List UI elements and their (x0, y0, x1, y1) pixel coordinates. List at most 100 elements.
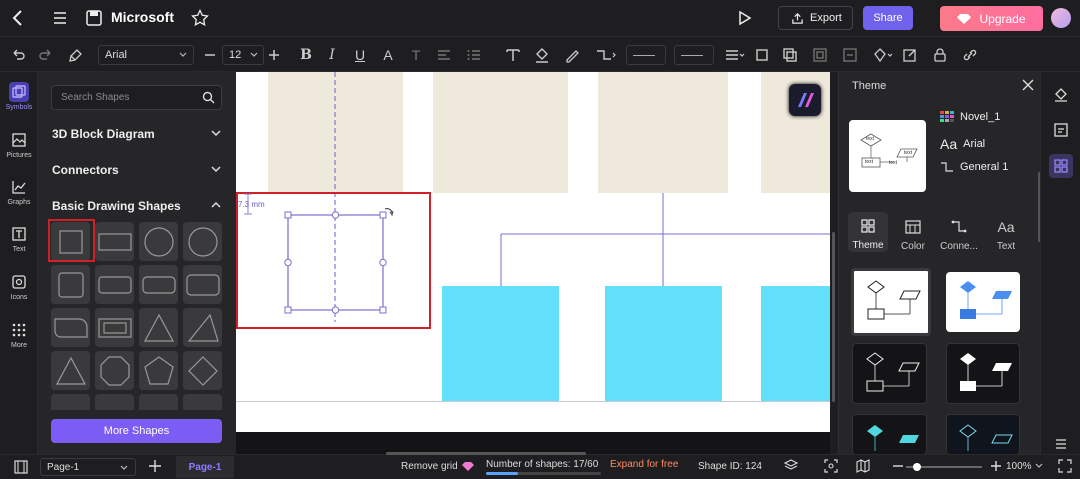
tab-connector[interactable]: Conne... (939, 217, 979, 252)
document-title[interactable]: Microsoft (111, 9, 174, 25)
page-select[interactable]: Page-1 (40, 458, 136, 476)
document-save-icon[interactable] (84, 8, 104, 28)
upgrade-button[interactable]: Upgrade (940, 6, 1043, 31)
hamburger-menu-icon[interactable] (50, 8, 70, 28)
close-icon[interactable] (1021, 78, 1035, 92)
bring-front-icon[interactable] (752, 45, 772, 65)
shape-rectangle[interactable] (95, 222, 134, 261)
align-icon[interactable] (840, 45, 860, 65)
bold-icon[interactable]: B (296, 45, 316, 65)
fill-bucket-icon[interactable] (532, 45, 552, 65)
rail-item-more[interactable]: More (0, 320, 38, 349)
theme-grid-icon[interactable] (1049, 154, 1073, 178)
more-shapes-button[interactable]: More Shapes (51, 419, 222, 443)
shape-partial[interactable] (183, 394, 222, 410)
drawing-canvas[interactable]: 7.3 mm (236, 72, 830, 454)
rail-item-pictures[interactable]: Pictures (0, 130, 38, 159)
shape-rounded-rectangle[interactable] (95, 265, 134, 304)
theme-name-row[interactable]: Novel_1 (940, 111, 1000, 123)
line-color-icon[interactable] (562, 45, 582, 65)
theme-style-card[interactable] (946, 272, 1020, 332)
group-icon[interactable] (810, 45, 830, 65)
horizontal-scrollbar[interactable] (386, 452, 586, 455)
shape-partial[interactable] (51, 394, 90, 410)
theme-font-row[interactable]: Aa Arial (940, 136, 985, 152)
theme-style-card[interactable] (852, 343, 927, 404)
theme-style-card[interactable] (946, 343, 1020, 404)
format-painter-icon[interactable] (66, 45, 86, 65)
cyan-block[interactable] (605, 286, 722, 402)
canvas-vertical-scrollbar[interactable] (830, 72, 838, 454)
page-setup-icon[interactable] (1051, 120, 1071, 140)
shape-round-corner-rectangle[interactable] (183, 265, 222, 304)
tab-color[interactable]: Color (893, 217, 933, 252)
rail-item-text[interactable]: Text (0, 224, 38, 253)
bullets-icon[interactable] (464, 45, 484, 65)
shape-rounded-square[interactable] (51, 265, 90, 304)
category-basic-drawing-shapes[interactable]: Basic Drawing Shapes (52, 199, 222, 213)
font-color-icon[interactable]: A (378, 45, 398, 65)
shape-snip-rectangle[interactable] (51, 308, 90, 347)
search-shapes-input[interactable]: Search Shapes (51, 85, 222, 110)
cyan-block[interactable] (442, 286, 559, 402)
search-icon[interactable] (202, 91, 215, 107)
shape-right-triangle[interactable] (183, 308, 222, 347)
ai-assistant-button[interactable] (789, 84, 821, 116)
italic-icon[interactable]: I (322, 45, 342, 65)
shape-wide-rounded-rectangle[interactable] (139, 265, 178, 304)
expand-for-free-link[interactable]: Expand for free (610, 459, 678, 470)
line-width-select[interactable] (626, 45, 666, 65)
lock-icon[interactable] (930, 45, 950, 65)
category-connectors[interactable]: Connectors (52, 163, 222, 177)
shape-ellipse[interactable] (183, 222, 222, 261)
rail-item-symbols[interactable]: Symbols (0, 82, 38, 111)
shape-style-icon[interactable] (870, 45, 896, 65)
page-tab[interactable]: Page-1 (176, 456, 234, 478)
shape-partial[interactable] (139, 394, 178, 410)
shape-octagon[interactable] (95, 351, 134, 390)
settings-list-icon[interactable] (1051, 434, 1071, 454)
fit-page-icon[interactable] (824, 459, 838, 476)
tab-text[interactable]: Aa Text (986, 217, 1026, 252)
page-panel-icon[interactable] (14, 460, 28, 477)
zoom-out-icon[interactable] (892, 459, 904, 476)
category-3d-block-diagram[interactable]: 3D Block Diagram (52, 127, 222, 141)
zoom-slider[interactable] (906, 463, 982, 471)
line-arrows-icon[interactable] (722, 45, 748, 65)
tab-theme[interactable]: Theme (848, 212, 888, 252)
shape-circle[interactable] (139, 222, 178, 261)
link-icon[interactable] (960, 45, 980, 65)
shape-triangle[interactable] (139, 308, 178, 347)
text-align-icon[interactable] (434, 45, 454, 65)
user-avatar[interactable] (1051, 8, 1071, 28)
add-page-icon[interactable] (148, 459, 162, 476)
theme-style-card[interactable] (852, 414, 927, 454)
shape-pentagon[interactable] (139, 351, 178, 390)
fill-style-icon[interactable] (1051, 84, 1071, 104)
layers-icon[interactable] (783, 459, 799, 476)
text-tool-icon[interactable] (503, 45, 523, 65)
map-view-icon[interactable] (856, 459, 870, 476)
zoom-in-icon[interactable] (990, 459, 1002, 476)
rail-item-icons[interactable]: Icons (0, 272, 38, 301)
decrease-font-icon[interactable] (200, 45, 220, 65)
chevron-down-icon[interactable] (1034, 460, 1044, 473)
play-presentation-icon[interactable] (734, 8, 754, 28)
theme-style-card[interactable] (946, 414, 1020, 454)
undo-icon[interactable] (8, 45, 28, 65)
font-size-select[interactable]: 12 (222, 45, 264, 65)
export-button[interactable]: Export (778, 6, 853, 30)
connector-style-icon[interactable] (594, 45, 620, 65)
edit-icon[interactable] (900, 45, 920, 65)
shape-isosceles-triangle[interactable] (51, 351, 90, 390)
font-family-select[interactable]: Arial (98, 45, 194, 65)
shape-partial[interactable] (95, 394, 134, 410)
share-button[interactable]: Share (863, 6, 913, 30)
shape-diamond[interactable] (183, 351, 222, 390)
underline-icon[interactable]: U (350, 45, 370, 65)
zoom-slider-thumb[interactable] (913, 463, 921, 471)
theme-style-card[interactable] (851, 268, 931, 336)
remove-grid-label[interactable]: Remove grid (401, 461, 458, 472)
increase-font-icon[interactable] (264, 45, 284, 65)
shape-frame[interactable] (95, 308, 134, 347)
